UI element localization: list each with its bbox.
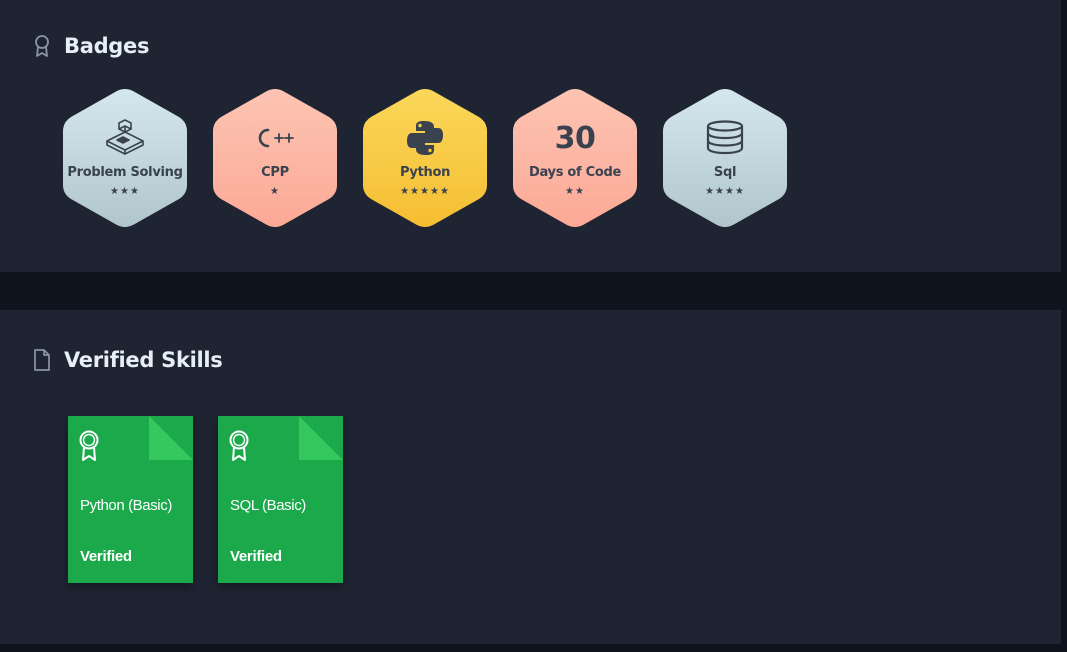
badge-label: Sql	[713, 165, 737, 180]
badge-label: Problem Solving	[67, 165, 183, 180]
isometric-blocks-icon	[62, 119, 188, 157]
certificate-python-basic[interactable]: Python (Basic) Verified	[68, 416, 193, 583]
certificate-status: Verified	[230, 548, 282, 565]
certificate-status: Verified	[80, 548, 132, 565]
certificate-sql-basic[interactable]: SQL (Basic) Verified	[218, 416, 343, 583]
badge-hexagon	[63, 89, 187, 227]
badge-stars: ★★★	[110, 186, 140, 197]
badge-label: Python	[399, 165, 451, 180]
cpp-icon	[212, 119, 338, 157]
number-icon: 30	[512, 119, 638, 157]
badge-stars: ★	[270, 186, 280, 197]
badges-title: Badges	[64, 34, 150, 58]
badge-cpp[interactable]: CPP ★	[212, 89, 338, 227]
badge-hexagon	[663, 89, 787, 227]
document-icon	[34, 349, 50, 371]
badge-hexagon	[363, 89, 487, 227]
badge-label: CPP	[261, 165, 289, 180]
award-ribbon-icon	[79, 430, 99, 461]
badge-days-of-code[interactable]: 30 Days of Code ★★	[512, 89, 638, 227]
skills-header: Verified Skills	[32, 348, 223, 372]
skills-title: Verified Skills	[64, 348, 223, 372]
page-fold	[299, 416, 343, 460]
badge-hexagon	[213, 89, 337, 227]
badge-number: 30	[554, 120, 596, 156]
badge-hexagon	[513, 89, 637, 227]
badge-problem-solving[interactable]: Problem Solving ★★★	[62, 89, 188, 227]
certificate-name: SQL (Basic)	[230, 497, 306, 514]
verified-skills-section: Verified Skills Python (Basic) Verified …	[0, 310, 1061, 644]
certificate-name: Python (Basic)	[80, 497, 172, 514]
page-fold	[149, 416, 193, 460]
python-logo-icon	[362, 119, 488, 157]
ribbon-icon	[35, 35, 49, 57]
badge-python[interactable]: Python ★★★★★	[362, 89, 488, 227]
badge-label: Days of Code	[528, 165, 621, 180]
award-ribbon-icon	[229, 430, 249, 461]
badge-stars: ★★★★	[705, 186, 745, 197]
badges-header: Badges	[32, 34, 149, 58]
badge-sql[interactable]: Sql ★★★★	[662, 89, 788, 227]
database-icon	[662, 119, 788, 157]
badges-section: Badges Problem Solving ★★★ CPP ★ Python …	[0, 0, 1061, 272]
badge-stars: ★★★★★	[400, 186, 450, 197]
badge-stars: ★★	[565, 186, 585, 197]
